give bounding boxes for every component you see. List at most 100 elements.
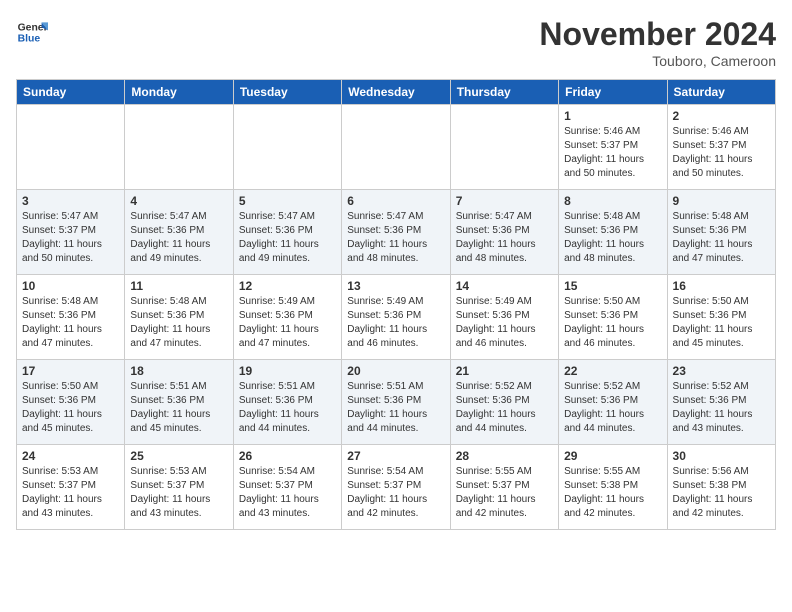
cell-week3-day2: 11 Sunrise: 5:48 AM Sunset: 5:36 PM Dayli… bbox=[125, 275, 233, 360]
day-number: 21 bbox=[456, 364, 553, 378]
day-number: 4 bbox=[130, 194, 227, 208]
day-info: Sunrise: 5:55 AM Sunset: 5:38 PM Dayligh… bbox=[564, 465, 661, 521]
day-info: Sunrise: 5:55 AM Sunset: 5:37 PM Dayligh… bbox=[456, 465, 553, 521]
cell-week5-day4: 27 Sunrise: 5:54 AM Sunset: 5:37 PM Dayli… bbox=[342, 445, 450, 530]
cell-week1-day3 bbox=[233, 105, 341, 190]
day-number: 11 bbox=[130, 279, 227, 293]
calendar-table: SundayMondayTuesdayWednesdayThursdayFrid… bbox=[16, 79, 776, 530]
day-number: 12 bbox=[239, 279, 336, 293]
cell-week2-day6: 8 Sunrise: 5:48 AM Sunset: 5:36 PM Daylig… bbox=[559, 190, 667, 275]
day-info: Sunrise: 5:52 AM Sunset: 5:36 PM Dayligh… bbox=[456, 380, 553, 436]
day-info: Sunrise: 5:53 AM Sunset: 5:37 PM Dayligh… bbox=[130, 465, 227, 521]
day-number: 27 bbox=[347, 449, 444, 463]
cell-week4-day6: 22Sunrise: 5:52 AM Sunset: 5:36 PM Dayli… bbox=[559, 360, 667, 445]
cell-week2-day4: 6Sunrise: 5:47 AM Sunset: 5:36 PM Daylig… bbox=[342, 190, 450, 275]
day-info: Sunrise: 5:49 AM Sunset: 5:36 PM Dayligh… bbox=[456, 295, 553, 351]
day-info: Sunrise: 5:54 AM Sunset: 5:37 PM Dayligh… bbox=[239, 465, 336, 521]
cell-week2-day5: 7 Sunrise: 5:47 AM Sunset: 5:36 PM Daylig… bbox=[450, 190, 558, 275]
cell-week5-day5: 28 Sunrise: 5:55 AM Sunset: 5:37 PM Dayli… bbox=[450, 445, 558, 530]
day-number: 6 bbox=[347, 194, 444, 208]
cell-week1-day1 bbox=[17, 105, 125, 190]
day-info: Sunrise: 5:47 AM Sunset: 5:36 PM Dayligh… bbox=[130, 210, 227, 266]
day-info: Sunrise: 5:50 AM Sunset: 5:36 PM Dayligh… bbox=[22, 380, 119, 436]
cell-week3-day4: 13 Sunrise: 5:49 AM Sunset: 5:36 PM Dayli… bbox=[342, 275, 450, 360]
day-number: 26 bbox=[239, 449, 336, 463]
day-info: Sunrise: 5:48 AM Sunset: 5:36 PM Dayligh… bbox=[564, 210, 661, 266]
cell-week3-day6: 15 Sunrise: 5:50 AM Sunset: 5:36 PM Dayli… bbox=[559, 275, 667, 360]
cell-week4-day7: 23 Sunrise: 5:52 AM Sunset: 5:36 PM Dayli… bbox=[667, 360, 775, 445]
day-number: 9 bbox=[673, 194, 770, 208]
day-number: 24 bbox=[22, 449, 119, 463]
day-info: Sunrise: 5:53 AM Sunset: 5:37 PM Dayligh… bbox=[22, 465, 119, 521]
day-info: Sunrise: 5:50 AM Sunset: 5:36 PM Dayligh… bbox=[673, 295, 770, 351]
header-saturday: Saturday bbox=[667, 80, 775, 105]
svg-text:Blue: Blue bbox=[18, 34, 41, 45]
day-number: 2 bbox=[673, 109, 770, 123]
header-tuesday: Tuesday bbox=[233, 80, 341, 105]
day-info: Sunrise: 5:50 AM Sunset: 5:36 PM Dayligh… bbox=[564, 295, 661, 351]
day-number: 29 bbox=[564, 449, 661, 463]
cell-week5-day7: 30 Sunrise: 5:56 AM Sunset: 5:38 PM Dayli… bbox=[667, 445, 775, 530]
day-number: 15 bbox=[564, 279, 661, 293]
cell-week4-day3: 19Sunrise: 5:51 AM Sunset: 5:36 PM Dayli… bbox=[233, 360, 341, 445]
week-row-5: 24 Sunrise: 5:53 AM Sunset: 5:37 PM Dayli… bbox=[17, 445, 776, 530]
day-info: Sunrise: 5:51 AM Sunset: 5:36 PM Dayligh… bbox=[347, 380, 444, 436]
day-info: Sunrise: 5:52 AM Sunset: 5:36 PM Dayligh… bbox=[673, 380, 770, 436]
day-info: Sunrise: 5:49 AM Sunset: 5:36 PM Dayligh… bbox=[347, 295, 444, 351]
cell-week1-day5 bbox=[450, 105, 558, 190]
day-number: 19 bbox=[239, 364, 336, 378]
day-number: 22 bbox=[564, 364, 661, 378]
cell-week5-day2: 25 Sunrise: 5:53 AM Sunset: 5:37 PM Dayli… bbox=[125, 445, 233, 530]
day-number: 10 bbox=[22, 279, 119, 293]
day-number: 16 bbox=[673, 279, 770, 293]
header-thursday: Thursday bbox=[450, 80, 558, 105]
day-info: Sunrise: 5:54 AM Sunset: 5:37 PM Dayligh… bbox=[347, 465, 444, 521]
day-number: 3 bbox=[22, 194, 119, 208]
day-number: 17 bbox=[22, 364, 119, 378]
header-monday: Monday bbox=[125, 80, 233, 105]
month-title: November 2024 bbox=[539, 16, 776, 53]
day-number: 7 bbox=[456, 194, 553, 208]
day-number: 23 bbox=[673, 364, 770, 378]
day-number: 28 bbox=[456, 449, 553, 463]
day-info: Sunrise: 5:47 AM Sunset: 5:37 PM Dayligh… bbox=[22, 210, 119, 266]
cell-week3-day3: 12 Sunrise: 5:49 AM Sunset: 5:36 PM Dayli… bbox=[233, 275, 341, 360]
cell-week3-day5: 14 Sunrise: 5:49 AM Sunset: 5:36 PM Dayli… bbox=[450, 275, 558, 360]
day-info: Sunrise: 5:47 AM Sunset: 5:36 PM Dayligh… bbox=[239, 210, 336, 266]
cell-week2-day7: 9 Sunrise: 5:48 AM Sunset: 5:36 PM Daylig… bbox=[667, 190, 775, 275]
day-info: Sunrise: 5:48 AM Sunset: 5:36 PM Dayligh… bbox=[673, 210, 770, 266]
day-info: Sunrise: 5:48 AM Sunset: 5:36 PM Dayligh… bbox=[22, 295, 119, 351]
header-wednesday: Wednesday bbox=[342, 80, 450, 105]
day-number: 8 bbox=[564, 194, 661, 208]
day-info: Sunrise: 5:56 AM Sunset: 5:38 PM Dayligh… bbox=[673, 465, 770, 521]
day-number: 14 bbox=[456, 279, 553, 293]
header-friday: Friday bbox=[559, 80, 667, 105]
cell-week3-day7: 16 Sunrise: 5:50 AM Sunset: 5:36 PM Dayli… bbox=[667, 275, 775, 360]
location: Touboro, Cameroon bbox=[539, 53, 776, 69]
logo-icon: General Blue bbox=[16, 16, 48, 48]
day-number: 25 bbox=[130, 449, 227, 463]
cell-week2-day1: 3 Sunrise: 5:47 AM Sunset: 5:37 PM Daylig… bbox=[17, 190, 125, 275]
day-info: Sunrise: 5:51 AM Sunset: 5:36 PM Dayligh… bbox=[130, 380, 227, 436]
cell-week1-day4 bbox=[342, 105, 450, 190]
day-number: 18 bbox=[130, 364, 227, 378]
day-info: Sunrise: 5:47 AM Sunset: 5:36 PM Dayligh… bbox=[456, 210, 553, 266]
cell-week2-day2: 4 Sunrise: 5:47 AM Sunset: 5:36 PM Daylig… bbox=[125, 190, 233, 275]
day-number: 20 bbox=[347, 364, 444, 378]
day-number: 30 bbox=[673, 449, 770, 463]
day-number: 5 bbox=[239, 194, 336, 208]
cell-week4-day2: 18 Sunrise: 5:51 AM Sunset: 5:36 PM Dayli… bbox=[125, 360, 233, 445]
day-info: Sunrise: 5:49 AM Sunset: 5:36 PM Dayligh… bbox=[239, 295, 336, 351]
week-row-2: 3 Sunrise: 5:47 AM Sunset: 5:37 PM Daylig… bbox=[17, 190, 776, 275]
cell-week1-day2 bbox=[125, 105, 233, 190]
day-number: 1 bbox=[564, 109, 661, 123]
day-info: Sunrise: 5:48 AM Sunset: 5:36 PM Dayligh… bbox=[130, 295, 227, 351]
cell-week1-day6: 1 Sunrise: 5:46 AM Sunset: 5:37 PM Daylig… bbox=[559, 105, 667, 190]
day-info: Sunrise: 5:46 AM Sunset: 5:37 PM Dayligh… bbox=[564, 125, 661, 181]
day-number: 13 bbox=[347, 279, 444, 293]
cell-week5-day1: 24 Sunrise: 5:53 AM Sunset: 5:37 PM Dayli… bbox=[17, 445, 125, 530]
logo: General Blue bbox=[16, 16, 48, 48]
cell-week5-day3: 26 Sunrise: 5:54 AM Sunset: 5:37 PM Dayli… bbox=[233, 445, 341, 530]
page-header: General Blue November 2024 Touboro, Came… bbox=[16, 16, 776, 69]
cell-week3-day1: 10 Sunrise: 5:48 AM Sunset: 5:36 PM Dayli… bbox=[17, 275, 125, 360]
